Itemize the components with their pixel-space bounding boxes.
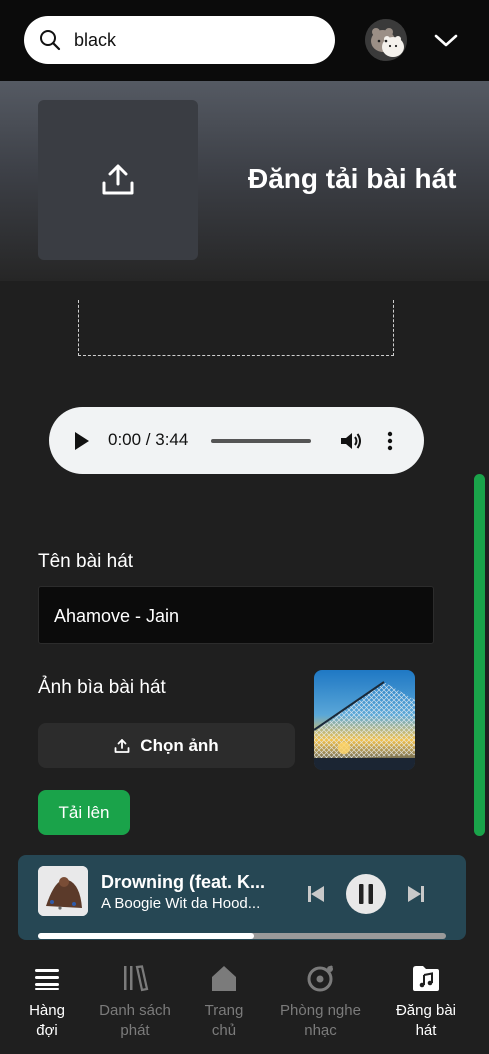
choose-image-button[interactable]: Chọn ảnh [38,723,295,768]
cover-image [314,670,415,770]
audio-time: 0:00 / 3:44 [108,430,189,449]
upload-song-icon [413,966,439,991]
drop-zone[interactable] [78,300,394,356]
nav-item-queue[interactable]: Hàng đợi [17,963,77,1041]
nav-item-upload-song[interactable]: Đăng bài hát [386,963,466,1041]
nav-label: Đăng bài [395,1002,457,1019]
listening-room-icon [307,965,333,992]
upload-icon [102,164,134,195]
search-icon [40,30,61,51]
pause-icon [359,884,373,904]
pause-button[interactable] [346,874,386,914]
choose-image-label: Chọn ảnh [140,735,219,755]
avatar-image [365,19,407,61]
page-title: Đăng tải bài hát [248,163,457,194]
scrollbar-thumb[interactable] [474,474,485,836]
album-art-image [38,866,88,916]
bottom-navigation: Hàng đợi Danh sách phát Trang chủ Phòng … [0,948,489,1054]
search-input[interactable] [74,24,324,56]
now-playing-artist: A Boogie Wit da Hood... [101,895,261,912]
song-name-field[interactable] [38,586,434,644]
cover-image-label: Ảnh bìa bài hát [38,677,166,698]
nav-label: Trang [204,1002,244,1019]
app-root: Đăng tải bài hát 0:00 / 3:44 Tên bài hát… [0,0,489,1054]
audio-preview-player: 0:00 / 3:44 [49,407,424,474]
nav-label: phát [120,1022,150,1039]
chevron-down-icon[interactable] [432,28,460,52]
page-header: Đăng tải bài hát [0,81,489,281]
avatar[interactable] [365,19,407,61]
next-icon[interactable] [406,884,426,904]
cover-upload-box[interactable] [38,100,198,260]
search-bar[interactable] [24,16,335,64]
now-playing-bar[interactable]: Drowning (feat. K... A Boogie Wit da Hoo… [18,855,466,940]
nav-label: hát [415,1022,437,1039]
nav-label: đợi [36,1022,58,1039]
top-bar [0,0,489,81]
nav-item-listening-room[interactable]: Phòng nghe nhạc [273,963,368,1041]
now-playing-title: Drowning (feat. K... [101,872,265,892]
library-icon [124,965,149,992]
previous-icon[interactable] [306,884,326,904]
playback-progress-bar[interactable] [38,933,446,939]
nav-label: chủ [211,1022,237,1039]
home-icon [212,966,236,991]
nav-item-home[interactable]: Trang chủ [194,963,254,1041]
song-name-input[interactable] [54,601,414,631]
playback-progress-fill [38,933,255,939]
upload-icon [114,738,130,753]
nav-label: Danh sách [99,1002,171,1019]
queue-icon [35,969,59,990]
nav-label: Hàng [29,1002,65,1019]
nav-item-playlists[interactable]: Danh sách phát [95,963,175,1041]
more-options-icon[interactable] [382,429,398,453]
play-icon[interactable] [73,430,91,452]
audio-seek-bar[interactable] [211,439,311,443]
now-playing-artwork [38,866,88,916]
upload-button[interactable]: Tải lên [38,790,130,835]
volume-icon[interactable] [339,429,363,453]
nav-label: Phòng nghe [280,1002,361,1019]
song-name-label: Tên bài hát [38,551,134,572]
nav-label: nhạc [304,1022,337,1039]
cover-image-preview [314,670,415,770]
